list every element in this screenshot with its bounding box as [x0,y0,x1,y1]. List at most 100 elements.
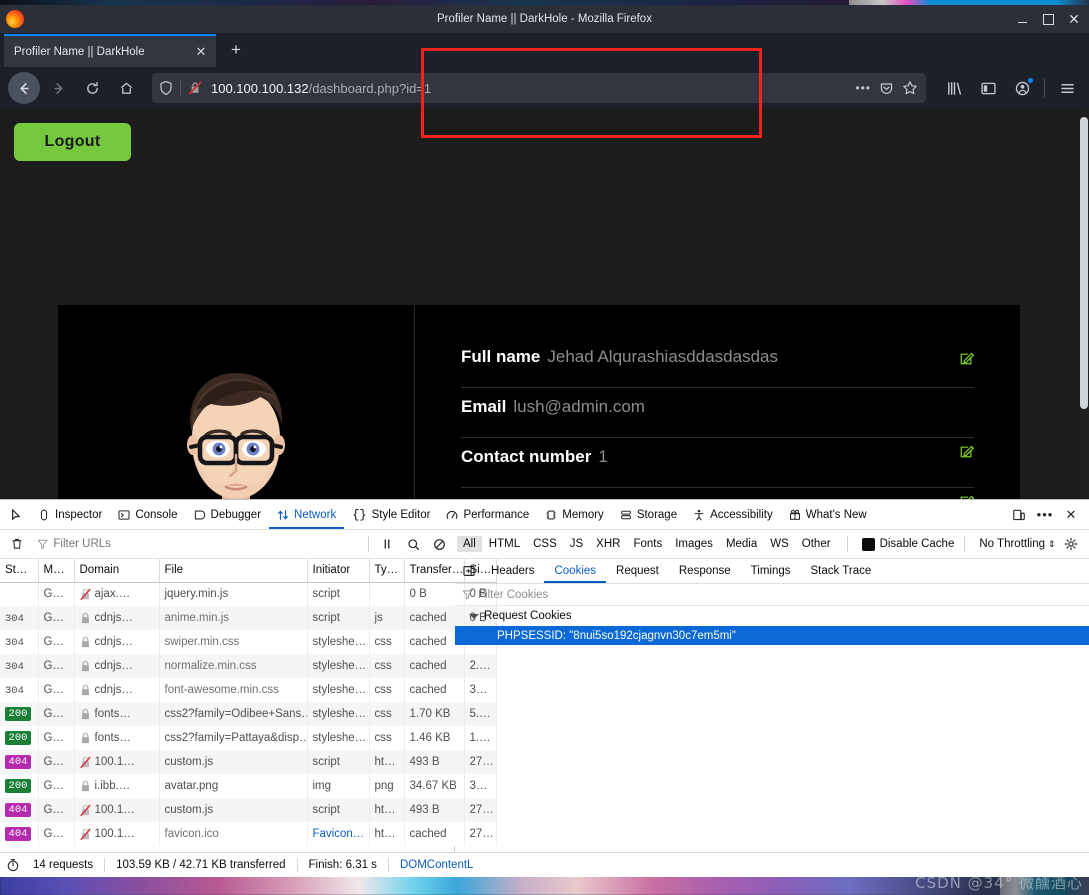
tab-memory[interactable]: Memory [537,500,612,529]
cell-file: css2?family=Odibee+Sans… [159,702,308,726]
block-requests-icon[interactable] [427,533,451,555]
expand-details-icon[interactable] [457,560,481,582]
details-tab-stack-trace[interactable]: Stack Trace [801,559,882,583]
maximize-button[interactable] [1035,6,1061,32]
filter-urls-field[interactable] [32,534,362,555]
page-actions-ellipsis-icon[interactable]: ••• [855,81,871,95]
tracking-protection-shield-icon[interactable] [158,80,174,96]
url-bar[interactable]: 100.100.100.132/dashboard.php?id=1 ••• [152,73,926,103]
responsive-design-mode-icon[interactable] [1007,503,1031,527]
column-domain[interactable]: Domain [74,559,160,583]
filter-type-js[interactable]: JS [564,536,589,552]
domain-text: fonts… [94,708,131,720]
tab-network[interactable]: Network [269,500,344,529]
filter-type-images[interactable]: Images [669,536,719,552]
cell-status: 304 [0,606,39,630]
table-row[interactable]: 404 G… 100.1… custom.js script ht… 493 B 27… [0,750,497,774]
devtools-more-options-icon[interactable]: ••• [1033,503,1057,527]
details-tab-request[interactable]: Request [606,559,669,583]
close-devtools-icon[interactable]: ✕ [1059,503,1083,527]
filter-type-xhr[interactable]: XHR [590,536,626,552]
disable-cache-checkbox[interactable] [861,537,875,551]
filter-type-other[interactable]: Other [796,536,837,552]
network-settings-gear-icon[interactable] [1058,532,1084,556]
forward-button[interactable] [42,72,74,104]
page-scrollbar-thumb[interactable] [1080,117,1088,409]
table-row[interactable]: 200 G… fonts… css2?family=Odibee+Sans… style… [0,702,497,726]
column-file[interactable]: File [159,559,308,583]
minimize-button[interactable] [1009,6,1035,32]
table-row[interactable]: 200 G… fonts… css2?family=Pattaya&disp… styl… [0,726,497,750]
cell-method: G… [38,702,75,726]
filter-type-ws[interactable]: WS [764,536,795,552]
tab-accessibility[interactable]: Accessibility [685,500,781,529]
back-button[interactable] [8,72,40,104]
search-icon[interactable] [401,533,425,555]
tab-whats-new[interactable]: What's New [781,500,875,529]
table-row[interactable]: 304 G… cdnjs… normalize.min.css styleshe… css… [0,654,497,678]
table-row[interactable]: G… ajax.… jquery.min.js script 0 B0 B [0,582,497,606]
table-row[interactable]: 304 G… cdnjs… swiper.min.css styleshe… css cac… [0,630,497,654]
tab-label: Debugger [210,508,262,521]
bookmark-star-icon[interactable] [902,80,918,96]
account-icon[interactable] [1008,74,1036,102]
tab-inspector[interactable]: Inspector [30,500,110,529]
cookie-row-phpsessid[interactable]: PHPSESSID: "8nui5so192cjagnvn30c7em5mi" [455,626,1089,645]
home-button[interactable] [110,72,142,104]
filter-cookies-field[interactable]: Filter Cookies [455,584,1089,606]
table-row[interactable]: 404 G… 100.1… favicon.ico Favicon… ht… cached 2… [0,822,497,846]
pause-recording-icon[interactable] [375,533,399,555]
tab-console[interactable]: Console [110,500,185,529]
app-menu-button[interactable] [1053,74,1081,102]
filter-type-html[interactable]: HTML [483,536,526,552]
tab-style-editor[interactable]: {} Style Editor [344,500,438,529]
edit-pencil-icon[interactable] [959,444,974,463]
sidebar-icon[interactable] [974,74,1002,102]
insecure-connection-icon[interactable] [187,80,203,96]
throttling-select[interactable]: No Throttling ⇕ [979,538,1055,550]
cell-method: G… [38,726,75,750]
cell-type: css [369,678,405,702]
table-row[interactable]: 404 G… 100.1… custom.js script ht… 493 B 27… [0,798,497,822]
table-row[interactable]: 200 G… i.ibb.… avatar.png img png 34.67 KB 3… [0,774,497,798]
filter-type-css[interactable]: CSS [527,536,563,552]
close-tab-icon[interactable]: ✕ [192,43,210,61]
url-text[interactable]: 100.100.100.132/dashboard.php?id=1 [209,81,849,96]
details-tab-headers[interactable]: Headers [481,559,544,583]
reload-button[interactable] [76,72,108,104]
details-tab-timings[interactable]: Timings [741,559,801,583]
element-picker-icon[interactable] [4,503,30,527]
column-method[interactable]: M… [38,559,75,583]
logout-button[interactable]: Logout [14,123,131,161]
insecure-lock-icon [80,828,90,840]
column-status[interactable]: St… [0,559,39,583]
column-type[interactable]: Ty… [369,559,405,583]
chevron-down-icon[interactable] [469,613,479,619]
request-cookies-group[interactable]: Request Cookies [455,606,1089,626]
library-icon[interactable] [940,74,968,102]
status-code: 304 [5,660,24,673]
page-scrollbar[interactable] [1079,109,1089,499]
new-tab-button[interactable]: + [222,36,250,64]
details-tab-cookies[interactable]: Cookies [544,559,606,583]
tab-performance[interactable]: Performance [438,500,537,529]
edit-pencil-icon[interactable] [959,494,974,499]
filter-type-fonts[interactable]: Fonts [627,536,668,552]
column-initiator[interactable]: Initiator [307,559,370,583]
devtools-toolbar-actions: ••• ✕ [1007,503,1085,527]
table-row[interactable]: 304 G… cdnjs… font-awesome.min.css styleshe…… [0,678,497,702]
tab-storage[interactable]: Storage [612,500,685,529]
close-window-button[interactable]: ✕ [1061,6,1087,32]
browser-tab[interactable]: Profiler Name || DarkHole ✕ [4,34,216,67]
filter-type-all[interactable]: All [457,536,482,552]
details-tab-response[interactable]: Response [669,559,741,583]
filter-urls-input[interactable] [53,538,357,550]
tab-debugger[interactable]: Debugger [186,500,270,529]
disable-cache-toggle[interactable]: Disable Cache [861,537,954,551]
cell-file: custom.js [159,750,308,774]
filter-type-media[interactable]: Media [720,536,763,552]
edit-pencil-icon[interactable] [959,351,974,370]
pocket-icon[interactable] [879,81,894,96]
clear-requests-icon[interactable] [4,532,30,556]
table-row[interactable]: 304 G… cdnjs… anime.min.js script js cached 0 B [0,606,497,630]
